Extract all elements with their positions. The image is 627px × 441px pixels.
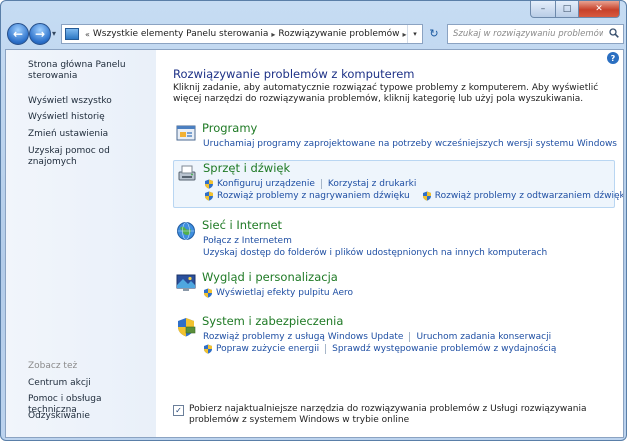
- breadcrumb-troubleshooting[interactable]: Rozwiązywanie problemów: [278, 29, 399, 39]
- category-links-hardware-and-sound: Konfiguruj urządzenie Korzystaj z drukar…: [204, 178, 623, 202]
- control-panel-window: – □ ✕ ← → ▾ « Wszystkie elementy Panelu …: [0, 0, 627, 441]
- link-aero-effects[interactable]: Wyświetlaj efekty pulpitu Aero: [203, 288, 353, 298]
- category-programs: Programy Uruchamiaj programy zaprojektow…: [173, 121, 617, 151]
- category-title-programs[interactable]: Programy: [202, 121, 257, 135]
- category-title-network-and-internet[interactable]: Sieć i Internet: [202, 218, 282, 232]
- category-title-appearance-and-personalization[interactable]: Wygląd i personalizacja: [202, 270, 338, 284]
- refresh-icon[interactable]: ↻: [425, 24, 443, 42]
- uac-shield-icon: [205, 179, 213, 189]
- link-separator: [320, 179, 322, 189]
- online-troubleshooting-label[interactable]: Pobierz najaktualniejsze narzędzia do ro…: [189, 404, 608, 426]
- link-improve-power-usage-label[interactable]: Popraw zużycie energii: [216, 344, 319, 354]
- category-appearance-and-personalization: Wygląd i personalizacja Wyświetlaj efekt…: [173, 270, 613, 302]
- category-links-appearance-and-personalization: Wyświetlaj efekty pulpitu Aero: [203, 287, 613, 299]
- breadcrumb-all-items[interactable]: Wszystkie elementy Panelu sterowania: [93, 29, 268, 39]
- sidebar: Strona główna Panelu sterowania Wyświetl…: [6, 50, 156, 437]
- online-troubleshooting-option: ✓ Pobierz najaktualniejsze narzędzia do …: [173, 404, 608, 426]
- forward-button[interactable]: →: [29, 23, 51, 45]
- maximize-button[interactable]: □: [556, 1, 579, 18]
- category-network-and-internet: Sieć i Internet Połącz z Internetem Uzys…: [173, 218, 613, 258]
- category-title-hardware-and-sound[interactable]: Sprzęt i dźwięk: [203, 161, 290, 175]
- recent-pages-button[interactable]: ▾: [52, 29, 56, 38]
- breadcrumb-separator-icon[interactable]: ▸: [268, 30, 278, 39]
- sidebar-item-change-settings[interactable]: Zmień ustawienia: [28, 129, 150, 140]
- link-run-older-programs[interactable]: Uruchamiaj programy zaprojektowane na po…: [203, 139, 617, 149]
- appearance-and-personalization-icon: [176, 274, 196, 291]
- sidebar-item-control-panel-home[interactable]: Strona główna Panelu sterowania: [28, 60, 150, 82]
- help-icon[interactable]: ?: [607, 52, 619, 64]
- programs-icon: [176, 125, 196, 141]
- intro-text: Kliknij zadanie, aby automatycznie rozwi…: [173, 83, 599, 104]
- navigation-bar: ← → ▾ « Wszystkie elementy Panelu sterow…: [5, 21, 624, 47]
- link-separator: [409, 332, 411, 342]
- close-button[interactable]: ✕: [579, 1, 620, 18]
- link-separator: [325, 344, 327, 354]
- main-panel: ? Rozwiązywanie problemów z komputerem K…: [156, 50, 623, 437]
- minimize-button[interactable]: –: [530, 1, 556, 18]
- online-troubleshooting-checkbox[interactable]: ✓: [173, 405, 184, 416]
- category-links-programs: Uruchamiaj programy zaprojektowane na po…: [203, 138, 617, 150]
- link-fix-windows-update[interactable]: Rozwiąż problemy z usługą Windows Update: [203, 332, 403, 342]
- category-links-system-and-security: Rozwiąż problemy z usługą Windows Update…: [203, 331, 613, 355]
- back-button[interactable]: ←: [7, 23, 29, 45]
- link-use-printer[interactable]: Korzystaj z drukarki: [328, 179, 417, 189]
- system-and-security-icon: [178, 318, 196, 337]
- search-icon[interactable]: [609, 28, 619, 38]
- search-box[interactable]: [447, 24, 624, 44]
- link-fix-audio-playback[interactable]: Rozwiąż problemy z odtwarzaniem dźwięku: [422, 191, 623, 201]
- address-bar[interactable]: « Wszystkie elementy Panelu sterowania ▸…: [61, 24, 423, 44]
- link-fix-audio-recording-label[interactable]: Rozwiąż problemy z nagrywaniem dźwięku: [217, 191, 410, 201]
- uac-shield-icon: [422, 191, 431, 201]
- link-check-performance-issues[interactable]: Sprawdź występowanie problemów z wydajno…: [332, 344, 556, 354]
- link-access-shared-folders[interactable]: Uzyskaj dostęp do folderów i plików udos…: [203, 248, 547, 258]
- page-title: Rozwiązywanie problemów z komputerem: [173, 67, 415, 81]
- hardware-and-sound-icon: [178, 165, 196, 181]
- sidebar-item-view-history[interactable]: Wyświetl historię: [28, 112, 150, 123]
- caption-buttons: – □ ✕: [530, 1, 620, 18]
- sidebar-item-view-all[interactable]: Wyświetl wszystko: [28, 96, 150, 107]
- network-and-internet-icon: [177, 222, 195, 240]
- category-title-system-and-security[interactable]: System i zabezpieczenia: [202, 314, 343, 328]
- category-links-network-and-internet: Połącz z Internetem Uzyskaj dostęp do fo…: [203, 235, 613, 259]
- sidebar-item-get-help-from-friend[interactable]: Uzyskaj pomoc od znajomych: [28, 146, 150, 168]
- link-fix-audio-recording[interactable]: Rozwiąż problemy z nagrywaniem dźwięku: [204, 191, 410, 201]
- sidebar-item-action-center[interactable]: Centrum akcji: [28, 378, 150, 389]
- content-area: Strona główna Panelu sterowania Wyświetl…: [5, 49, 624, 438]
- address-dropdown-icon[interactable]: ▾: [407, 25, 422, 43]
- link-configure-device[interactable]: Konfiguruj urządzenie: [204, 179, 315, 189]
- link-configure-device-label[interactable]: Konfiguruj urządzenie: [217, 179, 315, 189]
- control-panel-icon: [65, 28, 79, 40]
- category-hardware-and-sound: Sprzęt i dźwięk Konfiguruj urządzenie Ko…: [173, 160, 623, 208]
- category-system-and-security: System i zabezpieczenia Rozwiąż problemy…: [173, 314, 613, 354]
- address-overflow-icon[interactable]: «: [82, 30, 93, 39]
- see-also-heading: Zobacz też: [28, 361, 78, 371]
- link-fix-audio-playback-label[interactable]: Rozwiąż problemy z odtwarzaniem dźwięku: [435, 191, 623, 201]
- uac-shield-icon: [205, 191, 213, 201]
- link-connect-to-internet[interactable]: Połącz z Internetem: [203, 236, 292, 246]
- uac-shield-icon: [204, 288, 212, 298]
- link-run-maintenance-tasks[interactable]: Uruchom zadania konserwacji: [416, 332, 551, 342]
- uac-shield-icon: [204, 344, 212, 354]
- link-aero-effects-label[interactable]: Wyświetlaj efekty pulpitu Aero: [216, 288, 353, 298]
- search-input[interactable]: [451, 28, 605, 40]
- sidebar-item-recovery[interactable]: Odzyskiwanie: [28, 411, 150, 422]
- link-improve-power-usage[interactable]: Popraw zużycie energii: [203, 344, 319, 354]
